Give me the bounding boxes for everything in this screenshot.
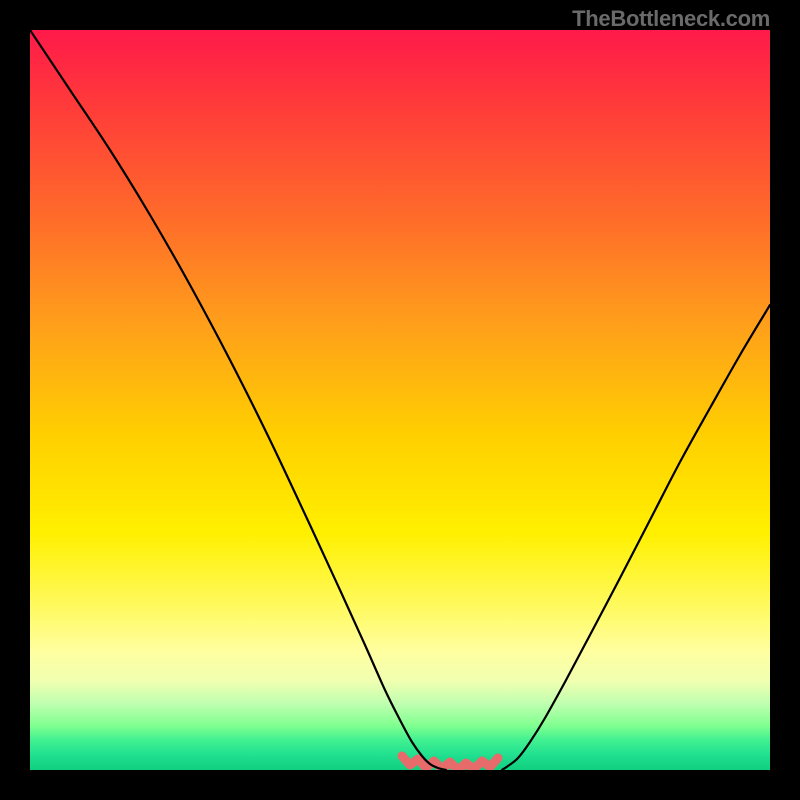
bottom-fuzz-line [402, 756, 498, 770]
left-curve-line [30, 30, 446, 770]
chart-frame: TheBottleneck.com [0, 0, 800, 800]
right-curve-line [502, 305, 770, 770]
plot-area [30, 30, 770, 770]
curves-layer [30, 30, 770, 770]
watermark-text: TheBottleneck.com [572, 6, 770, 32]
